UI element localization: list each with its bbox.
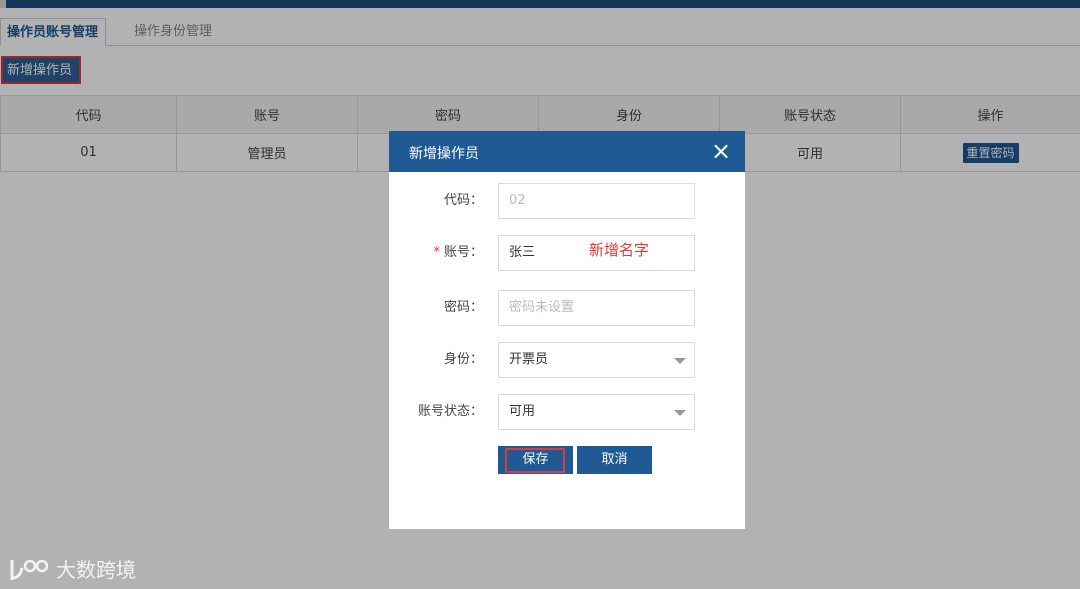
save-button[interactable]: 保存 [498,446,573,474]
code-field[interactable]: 02 [498,183,695,219]
role-label: 身份： [443,352,483,367]
code-label: 代码： [443,193,483,208]
annotation-new-name: 新增名字 [589,241,650,259]
save-highlight-box [505,448,565,473]
brand-logo-icon [10,559,49,580]
cancel-button[interactable]: 取消 [577,446,652,474]
account-label: 账号： [443,245,483,260]
watermark-text: 大数跨境 [56,558,136,582]
role-select[interactable]: 开票员 [498,342,695,378]
add-operator-dialog: 新增操作员 × 代码： 02 * 账号： 张三 新增名字 密码： 密码未设置 身份… [389,131,745,529]
role-row: 身份： 开票员 [389,342,745,378]
close-icon[interactable]: × [711,139,731,163]
dialog-header: 新增操作员 × [389,131,745,172]
account-row: * 账号： 张三 新增名字 [389,235,745,271]
watermark: 大数跨境 [8,556,136,584]
password-field[interactable]: 密码未设置 [498,290,695,326]
password-row: 密码： 密码未设置 [389,290,745,326]
account-label-wrap: * 账号： [389,235,483,271]
status-label: 账号状态： [417,404,483,419]
status-value: 可用 [509,404,536,419]
status-select[interactable]: 可用 [498,394,695,430]
required-mark: * [433,245,440,260]
role-value: 开票员 [509,352,549,367]
password-label: 密码： [443,300,483,315]
status-row: 账号状态： 可用 [389,394,745,430]
code-row: 代码： 02 [389,183,745,219]
account-value: 张三 [509,245,536,260]
dialog-title: 新增操作员 [409,146,479,162]
